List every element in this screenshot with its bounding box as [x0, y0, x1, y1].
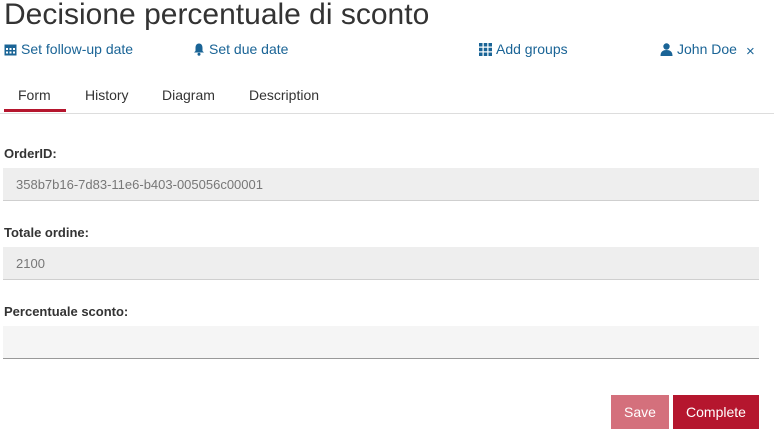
- totale-ordine-label: Totale ordine:: [4, 225, 89, 240]
- complete-button[interactable]: Complete: [673, 395, 759, 429]
- user-icon: [660, 42, 673, 56]
- tab-description[interactable]: Description: [249, 87, 319, 103]
- add-groups-link[interactable]: Add groups: [479, 41, 568, 57]
- page-title: Decisione percentuale di sconto: [4, 0, 430, 31]
- order-id-field[interactable]: 358b7b16-7d83-11e6-b403-005056c00001: [3, 168, 759, 201]
- active-tab-indicator: [4, 109, 66, 112]
- tab-history[interactable]: History: [85, 87, 129, 103]
- assignee-link[interactable]: John Doe: [660, 41, 737, 57]
- totale-ordine-field[interactable]: 2100: [3, 247, 759, 280]
- set-follow-up-date-label: Set follow-up date: [21, 41, 134, 57]
- close-icon[interactable]: ×: [746, 43, 755, 60]
- tab-diagram[interactable]: Diagram: [162, 87, 215, 103]
- tab-bar: Form History Diagram Description: [0, 80, 774, 114]
- assignee-name: John Doe: [677, 41, 737, 57]
- percentuale-sconto-label: Percentuale sconto:: [4, 304, 129, 319]
- tab-form[interactable]: Form: [18, 87, 51, 103]
- percentuale-sconto-input[interactable]: [3, 326, 759, 359]
- set-follow-up-date-link[interactable]: Set follow-up date: [4, 41, 133, 57]
- order-id-label: OrderID:: [4, 146, 57, 161]
- add-groups-label: Add groups: [496, 41, 568, 57]
- grid-icon: [479, 42, 492, 56]
- set-due-date-link[interactable]: Set due date: [193, 41, 288, 57]
- bell-icon: [194, 43, 204, 56]
- set-due-date-label: Set due date: [209, 41, 289, 57]
- save-button[interactable]: Save: [611, 395, 669, 429]
- calendar-icon: [4, 44, 17, 55]
